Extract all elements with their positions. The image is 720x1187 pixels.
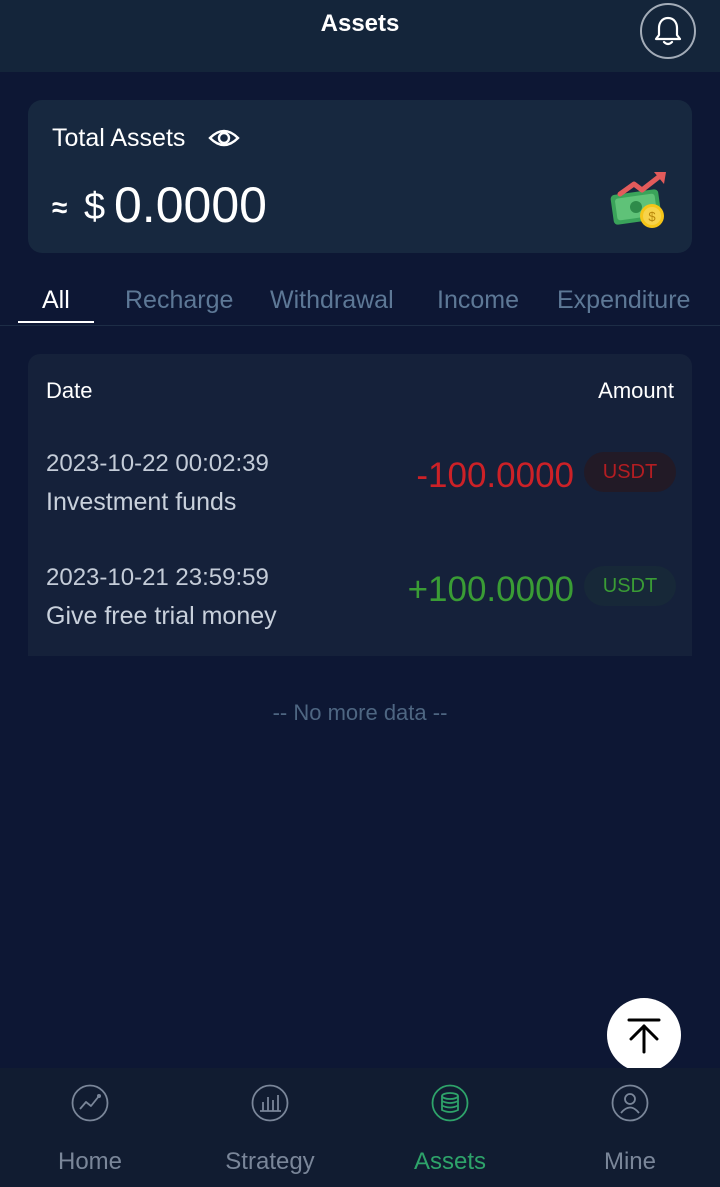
- nav-label: Mine: [603, 1148, 657, 1175]
- tab-income[interactable]: Income: [437, 286, 519, 315]
- total-assets-value: 0.0000: [114, 177, 267, 233]
- record-description: Investment funds: [46, 488, 237, 516]
- nav-label: Assets: [413, 1148, 487, 1175]
- total-assets-label: Total Assets: [52, 124, 186, 152]
- chart-line-icon: [71, 1084, 109, 1122]
- active-tab-indicator: [18, 321, 94, 323]
- bottom-navigation: Home Strategy Assets Mine: [0, 1068, 720, 1187]
- nav-item-home[interactable]: Home: [0, 1068, 180, 1187]
- nav-item-strategy[interactable]: Strategy: [180, 1068, 360, 1187]
- date-column-header: Date: [46, 378, 93, 403]
- nav-label: Strategy: [225, 1148, 315, 1175]
- record-datetime: 2023-10-22 00:02:39: [46, 450, 269, 477]
- scroll-to-top-button[interactable]: [607, 998, 681, 1072]
- record-description: Give free trial money: [46, 602, 277, 630]
- currency-symbol: $: [84, 186, 106, 228]
- record-amount: -100.0000: [416, 456, 574, 495]
- record-amount: +100.0000: [407, 570, 574, 609]
- svg-text:$: $: [648, 209, 656, 224]
- user-icon: [611, 1084, 649, 1122]
- currency-badge: USDT: [584, 452, 676, 492]
- approx-symbol: ≈: [52, 192, 68, 223]
- tab-all[interactable]: All: [42, 286, 70, 315]
- tab-recharge[interactable]: Recharge: [125, 286, 233, 315]
- records-table: Date Amount 2023-10-22 00:02:39 Investme…: [28, 354, 692, 656]
- money-growth-icon: $: [610, 172, 666, 228]
- record-datetime: 2023-10-21 23:59:59: [46, 564, 269, 591]
- table-row[interactable]: 2023-10-21 23:59:59 Give free trial mone…: [28, 564, 692, 674]
- nav-item-mine[interactable]: Mine: [540, 1068, 720, 1187]
- app-header: Assets: [0, 0, 720, 72]
- nav-item-assets[interactable]: Assets: [360, 1068, 540, 1187]
- total-assets-card: Total Assets ≈ $ 0.0000 $: [28, 100, 692, 253]
- nav-label: Home: [57, 1148, 123, 1175]
- no-more-data-text: -- No more data --: [272, 700, 448, 725]
- bell-icon: [654, 16, 682, 46]
- tab-withdrawal[interactable]: Withdrawal: [270, 286, 394, 315]
- amount-column-header: Amount: [598, 378, 674, 403]
- coins-stack-icon: [431, 1084, 469, 1122]
- notification-button[interactable]: [640, 3, 696, 59]
- record-filter-tabs: All Recharge Withdrawal Income Expenditu…: [0, 272, 720, 326]
- page-title: Assets: [320, 10, 400, 37]
- arrow-up-to-top-icon: [627, 1018, 661, 1054]
- currency-badge: USDT: [584, 566, 676, 606]
- tab-expenditure[interactable]: Expenditure: [557, 286, 690, 315]
- bar-chart-icon: [251, 1084, 289, 1122]
- table-row[interactable]: 2023-10-22 00:02:39 Investment funds -10…: [28, 450, 692, 560]
- eye-icon[interactable]: [208, 126, 240, 150]
